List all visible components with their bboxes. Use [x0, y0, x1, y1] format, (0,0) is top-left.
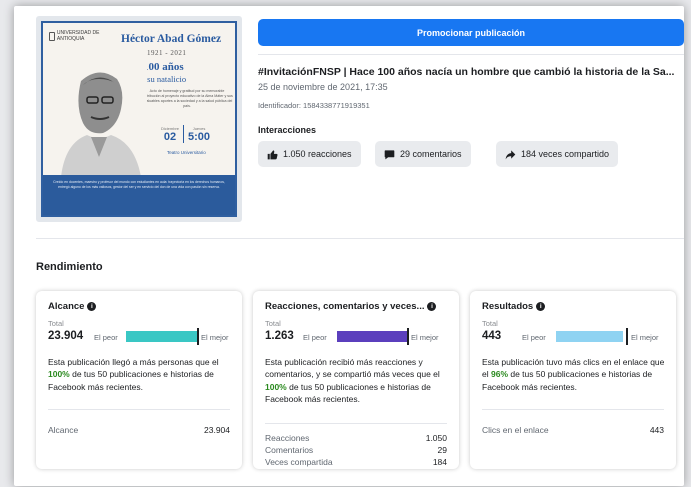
- desc-percent: 100%: [48, 369, 70, 380]
- post-identifier: Identificador: 1584338771919351: [258, 101, 370, 110]
- poster-footer-band: Creído en docentes, maestro y profesor d…: [43, 175, 235, 215]
- metric-value: 29: [437, 445, 447, 455]
- comparison-bar: [126, 331, 197, 342]
- reach-card: Alcance i Total 23.904 El peor El mejor …: [36, 291, 242, 469]
- poster-time: 5:00: [188, 131, 211, 143]
- shares-chip[interactable]: 184 veces compartido: [496, 141, 619, 167]
- worst-label: El peor: [94, 333, 118, 342]
- desc-percent: 100%: [265, 381, 287, 392]
- best-label: El mejor: [631, 333, 659, 342]
- total-value: 1.263: [265, 330, 294, 342]
- metric-value: 443: [649, 425, 664, 435]
- desc-post: de tus 50 publicaciones e historias de F…: [48, 369, 214, 392]
- metric-label: Comentarios: [265, 445, 314, 455]
- desc-post: de tus 50 publicaciones e historias de F…: [482, 369, 653, 392]
- portrait-image: [51, 61, 147, 177]
- metric-row: Comentarios 29: [265, 445, 447, 455]
- info-icon[interactable]: i: [427, 302, 437, 311]
- crest-icon: [49, 32, 55, 41]
- shares-chip-label: 184 veces compartido: [521, 149, 610, 159]
- card-description: Esta publicación recibió más reacciones …: [265, 356, 450, 405]
- metric-row: Alcance 23.904: [48, 425, 230, 435]
- metric-value: 23.904: [204, 425, 230, 435]
- divider: [36, 238, 684, 239]
- desc-pre: Esta publicación llegó a más personas qu…: [48, 357, 219, 367]
- poster-day: 02: [163, 131, 177, 143]
- share-icon: [505, 149, 516, 159]
- engagement-card: Reacciones, comentarios y veces... i Tot…: [253, 291, 459, 469]
- comparison-marker: [197, 328, 199, 345]
- worst-label: El peor: [522, 333, 546, 342]
- metric-value: 184: [432, 457, 447, 467]
- card-title-text: Reacciones, comentarios y veces...: [265, 301, 425, 312]
- university-name: UNIVERSIDAD DE ANTIOQUIA: [56, 30, 100, 42]
- poster-date: Diciembre 02 Jueves 5:00: [161, 125, 210, 143]
- total-label: Total: [48, 319, 64, 328]
- poster-years: 1921 - 2021: [147, 49, 187, 57]
- best-label: El mejor: [201, 333, 229, 342]
- divider: [265, 423, 447, 424]
- comparison-marker: [407, 328, 409, 345]
- total-label: Total: [482, 319, 498, 328]
- university-logo: UNIVERSIDAD DE ANTIOQUIA: [49, 30, 103, 42]
- poster-blurb: Acto de homenaje y gratitud por su memor…: [141, 89, 233, 108]
- total-value: 443: [482, 330, 502, 342]
- metric-label: Clics en el enlace: [482, 425, 549, 435]
- desc-post: de tus 50 publicaciones e historias de F…: [265, 381, 431, 404]
- card-title-text: Alcance: [48, 301, 85, 312]
- comments-chip[interactable]: 29 comentarios: [375, 141, 471, 167]
- info-icon[interactable]: i: [87, 302, 97, 311]
- total-label: Total: [265, 319, 281, 328]
- comparison-marker: [626, 328, 628, 345]
- performance-heading: Rendimiento: [36, 261, 103, 273]
- card-title: Reacciones, comentarios y veces... i: [265, 301, 437, 312]
- interactions-heading: Interacciones: [258, 125, 317, 135]
- worst-label: El peor: [303, 333, 327, 342]
- card-description: Esta publicación tuvo más clics en el en…: [482, 356, 667, 393]
- divider: [48, 409, 230, 410]
- card-title: Alcance i: [48, 301, 97, 312]
- metric-row: Clics en el enlace 443: [482, 425, 664, 435]
- screenshot-frame: UNIVERSIDAD DE ANTIOQUIA Héctor Abad Góm…: [0, 0, 691, 487]
- metric-label: Veces compartida: [265, 457, 333, 467]
- info-icon[interactable]: i: [536, 302, 546, 311]
- results-card: Resultados i Total 443 El peor El mejor …: [470, 291, 676, 469]
- desc-pre: Esta publicación recibió más reacciones …: [265, 357, 440, 380]
- comparison-bar: [556, 331, 623, 342]
- post-date: 25 de noviembre de 2021, 17:35: [258, 82, 388, 92]
- comment-icon: [384, 149, 395, 159]
- metric-row: Veces compartida 184: [265, 457, 447, 467]
- metric-label: Alcance: [48, 425, 79, 435]
- thumbs-up-icon: [267, 149, 278, 159]
- card-title-text: Resultados: [482, 301, 534, 312]
- poster-frame: UNIVERSIDAD DE ANTIOQUIA Héctor Abad Góm…: [41, 21, 237, 217]
- promote-post-button[interactable]: Promocionar publicación: [258, 19, 684, 46]
- post-insights-panel: UNIVERSIDAD DE ANTIOQUIA Héctor Abad Góm…: [14, 6, 684, 486]
- post-image[interactable]: UNIVERSIDAD DE ANTIOQUIA Héctor Abad Góm…: [36, 16, 242, 222]
- post-title[interactable]: #InvitaciónFNSP | Hace 100 años nacía un…: [258, 66, 684, 78]
- poster-date-divider: [183, 125, 185, 143]
- metric-label: Reacciones: [265, 433, 310, 443]
- divider: [482, 409, 664, 410]
- card-description: Esta publicación llegó a más personas qu…: [48, 356, 233, 393]
- poster-name: Héctor Abad Gómez: [121, 33, 222, 45]
- metric-value: 1.050: [425, 433, 447, 443]
- best-label: El mejor: [411, 333, 439, 342]
- reactions-chip[interactable]: 1.050 reacciones: [258, 141, 361, 167]
- comparison-bar: [337, 331, 407, 342]
- card-title: Resultados i: [482, 301, 546, 312]
- metric-row: Reacciones 1.050: [265, 433, 447, 443]
- poster-headline: 100 años: [143, 61, 184, 73]
- reactions-chip-label: 1.050 reacciones: [283, 149, 352, 159]
- poster-venue: Teatro Universitario: [167, 150, 206, 155]
- total-value: 23.904: [48, 330, 84, 342]
- desc-percent: 96%: [490, 369, 508, 380]
- comments-chip-label: 29 comentarios: [400, 149, 462, 159]
- divider: [258, 54, 684, 55]
